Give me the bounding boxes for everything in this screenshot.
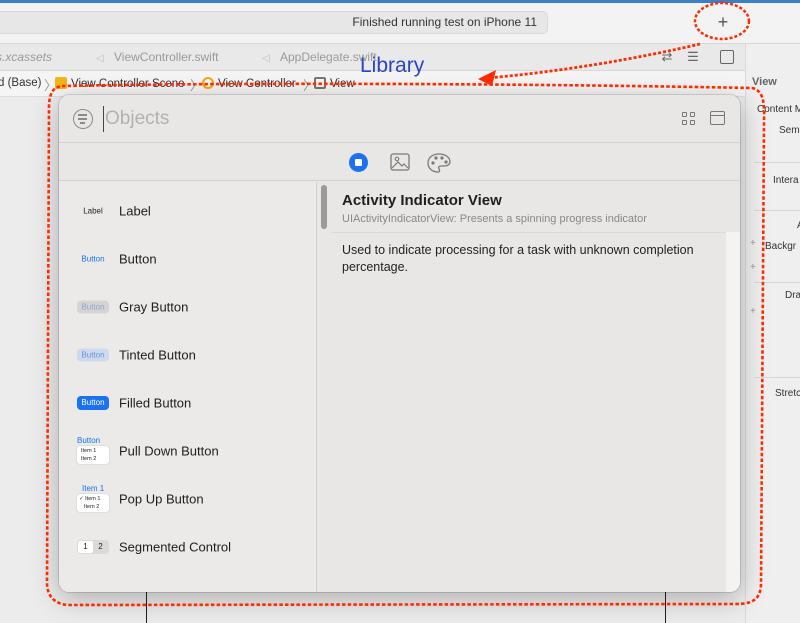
jump-crumb-storyboard[interactable]: d (Base) — [0, 77, 41, 89]
thumb-menu-item: ✓ Item 1 — [79, 496, 101, 502]
tinted-button-thumbnail: Button — [77, 348, 109, 362]
object-library-popover: Label Label Button Button Button Gray Bu… — [59, 95, 740, 592]
editor-options-icon[interactable]: ☰ — [685, 49, 701, 65]
attributes-inspector: View Content M Sem Intera A Backgr + + D… — [745, 44, 800, 623]
library-object-list[interactable]: Label Label Button Button Button Gray Bu… — [59, 182, 317, 592]
activity-status: Finished running test on iPhone 11 — [0, 11, 548, 34]
list-item-name: Pull Down Button — [119, 443, 219, 459]
plus-icon[interactable]: + — [750, 238, 756, 249]
editor-tab-label: AppDelegate.swift — [280, 50, 377, 64]
inspector-divider — [754, 282, 800, 283]
objects-tab-icon[interactable] — [349, 153, 368, 172]
inspector-divider — [754, 162, 800, 163]
editor-tab-assets[interactable]: s.xcassets — [0, 50, 52, 64]
media-tab-icon[interactable] — [390, 153, 410, 171]
list-item-name: Filled Button — [119, 395, 192, 411]
inspector-row: Content M — [757, 104, 800, 115]
editor-tab-appdelegate[interactable]: ◁ AppDelegate.swift — [262, 50, 377, 64]
window-toolbar: Finished running test on iPhone 11 + — [0, 0, 800, 44]
toolbar-accent-edge — [0, 0, 800, 3]
scene-icon — [55, 77, 67, 89]
list-item-name: Label — [119, 203, 151, 219]
inspector-divider — [754, 210, 800, 211]
detail-title: Activity Indicator View — [342, 192, 502, 209]
thumb-title: Button — [77, 436, 101, 445]
grid-view-icon[interactable] — [682, 112, 696, 126]
jump-crumb-controller[interactable]: View Controller — [202, 77, 296, 90]
jump-crumb-view[interactable]: View — [314, 77, 355, 90]
pull-down-button-thumbnail: Button Item 1 Item 2 — [77, 436, 109, 466]
pop-up-button-thumbnail: Item 1 ✓ Item 1 Item 2 — [77, 484, 109, 514]
jump-crumb-scene[interactable]: View Controller Scene — [55, 77, 185, 90]
filled-button-thumbnail: Button — [77, 396, 109, 410]
add-editor-icon[interactable] — [720, 50, 734, 64]
label-thumbnail: Label — [83, 206, 103, 216]
segment: 1 — [78, 541, 93, 553]
list-item-name: Gray Button — [119, 299, 189, 315]
jump-crumb-label: View Controller Scene — [71, 78, 185, 90]
color-palette-tab-icon[interactable] — [427, 153, 451, 173]
list-item-pop-up-button[interactable]: Item 1 ✓ Item 1 Item 2 Pop Up Button — [59, 475, 315, 523]
list-item-name: Pop Up Button — [119, 491, 204, 507]
list-item-button[interactable]: Button Button — [59, 235, 315, 283]
related-items-icon[interactable]: ⇄ — [659, 49, 675, 65]
inspector-heading: View — [752, 76, 777, 88]
list-item-gray-button[interactable]: Button Gray Button — [59, 283, 315, 331]
library-header — [59, 95, 740, 143]
inspector-row: Backgr — [765, 241, 797, 252]
inspector-row: Intera — [773, 175, 799, 186]
list-scrollbar[interactable] — [321, 185, 327, 229]
detail-scroll-track[interactable] — [726, 232, 740, 592]
segmented-control-thumbnail: 1 2 — [77, 540, 109, 554]
menu-thumbnail: ✓ Item 1 Item 2 — [77, 494, 109, 512]
jump-bar: d (Base) 〉 View Controller Scene 〉 View … — [0, 71, 745, 97]
library-tabs — [59, 143, 740, 181]
thumb-title: Item 1 — [82, 484, 105, 493]
list-item-filled-button[interactable]: Button Filled Button — [59, 379, 315, 427]
inspector-row: Stretc — [775, 388, 800, 399]
filter-line — [80, 122, 85, 124]
thumb-menu-item: Item 1 — [81, 448, 97, 454]
inspector-row: Dra — [785, 290, 800, 301]
swift-file-icon: ◁ — [96, 53, 104, 64]
inspector-row: Sem — [779, 125, 800, 136]
thumb-menu-item-text: Item 1 — [85, 496, 101, 502]
gray-button-thumbnail: Button — [77, 300, 109, 314]
filter-line — [78, 114, 87, 116]
jump-crumb-label: View — [330, 78, 355, 90]
editor-tab-bar: s.xcassets ◁ ViewController.swift ◁ AppDel… — [0, 44, 745, 71]
object-detail-pane: Activity Indicator View UIActivityIndica… — [331, 182, 740, 592]
list-item-tinted-button[interactable]: Button Tinted Button — [59, 331, 315, 379]
segment: 2 — [98, 542, 103, 551]
editor-tab-viewcontroller[interactable]: ◁ ViewController.swift — [96, 50, 218, 64]
editor-tab-label: ViewController.swift — [114, 50, 219, 64]
list-item-name: Tinted Button — [119, 347, 196, 363]
view-icon — [314, 77, 326, 89]
view-controller-icon — [202, 77, 214, 89]
swift-file-icon: ◁ — [262, 53, 270, 64]
thumb-menu-item: Item 2 — [81, 456, 97, 462]
editor-tab-label: s.xcassets — [0, 50, 53, 64]
list-item-name: Button — [119, 251, 157, 267]
list-item-segmented-control[interactable]: 1 2 Segmented Control — [59, 523, 315, 571]
list-item-name: Segmented Control — [119, 539, 232, 555]
filter-icon[interactable] — [73, 109, 93, 129]
plus-icon[interactable]: + — [750, 306, 756, 317]
filter-line — [78, 118, 87, 120]
plus-icon[interactable]: + — [750, 262, 756, 273]
detail-panel-icon[interactable] — [710, 111, 725, 125]
detail-class-summary: UIActivityIndicatorView: Presents a spin… — [342, 213, 647, 225]
jump-crumb-label: View Controller — [218, 78, 296, 90]
menu-thumbnail: Item 1 Item 2 — [77, 446, 109, 464]
library-add-button[interactable]: + — [711, 11, 735, 33]
inspector-divider — [754, 377, 800, 378]
library-search-input[interactable] — [103, 106, 403, 132]
list-item-label[interactable]: Label Label — [59, 187, 315, 235]
detail-description: Used to indicate processing for a task w… — [331, 232, 726, 592]
list-item-pull-down-button[interactable]: Button Item 1 Item 2 Pull Down Button — [59, 427, 315, 475]
button-thumbnail: Button — [81, 254, 105, 264]
thumb-menu-item: Item 2 — [84, 504, 100, 510]
